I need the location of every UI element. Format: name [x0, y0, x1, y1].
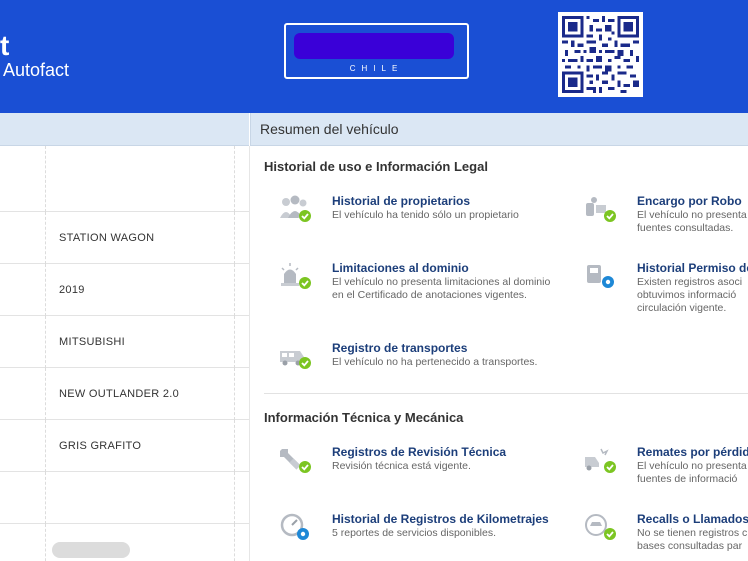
- item-desc-line: No se tienen registros c: [637, 527, 748, 539]
- recall-check-icon: [583, 512, 617, 542]
- table-value-cell: 2019: [46, 264, 235, 316]
- table-value-cell: GRIS GRAFITO: [46, 420, 235, 472]
- crash-check-icon: [583, 445, 617, 475]
- item-desc-line: El vehículo no presenta limitaciones al …: [332, 276, 551, 288]
- table-label-cell: [0, 264, 46, 316]
- legal-section-title: Historial de uso e Información Legal: [264, 159, 488, 174]
- tech-section-title: Información Técnica y Mecánica: [264, 410, 464, 425]
- item-desc-line: en el Certificado de anotaciones vigente…: [332, 289, 527, 301]
- body-type-value: STATION WAGON: [59, 232, 155, 244]
- table-value-cell: [46, 472, 235, 524]
- table-row: [0, 524, 249, 561]
- siren-check-icon: [278, 261, 312, 291]
- value-redaction: [52, 542, 130, 558]
- details-header-bar: [0, 113, 249, 146]
- bus-check-icon: [278, 341, 312, 371]
- table-value-cell: NEW OUTLANDER 2.0: [46, 368, 235, 420]
- color-value: GRIS GRAFITO: [59, 440, 142, 452]
- qr-code-icon: [558, 12, 643, 97]
- table-label-cell: [0, 420, 46, 472]
- table-row: STATION WAGON: [0, 212, 249, 264]
- table-label-cell: [0, 146, 46, 212]
- table-label-cell: [0, 212, 46, 264]
- summary-title: Resumen del vehículo: [260, 121, 399, 137]
- item-title: Historial de Registros de Kilometrajes: [332, 512, 549, 526]
- section-divider: [264, 393, 748, 394]
- table-row: NEW OUTLANDER 2.0: [0, 368, 249, 420]
- car-theft-check-icon: [583, 194, 617, 224]
- people-check-icon: [278, 194, 312, 224]
- model-value: NEW OUTLANDER 2.0: [59, 388, 180, 400]
- item-desc-line: fuentes consultadas.: [637, 222, 734, 234]
- odometer-gear-icon: [278, 512, 312, 542]
- item-title: Registro de transportes: [332, 341, 468, 355]
- license-plate: CHILE: [284, 23, 469, 79]
- item-desc-line: Existen registros asoci: [637, 276, 743, 288]
- vehicle-details-table: STATION WAGON 2019 MITSUBISHI NEW OUTLAN…: [0, 146, 249, 561]
- item-title: Recalls o Llamados: [637, 512, 748, 526]
- item-title: Historial de propietarios: [332, 194, 471, 208]
- table-row: 2019: [0, 264, 249, 316]
- table-value-cell: STATION WAGON: [46, 212, 235, 264]
- item-title: Registros de Revisión Técnica: [332, 445, 507, 459]
- column-divider: [249, 146, 250, 561]
- item-desc: Existen registros asoci obtuvimos informa…: [637, 276, 742, 315]
- table-label-cell: [0, 368, 46, 420]
- wrench-check-icon: [278, 445, 312, 475]
- item-desc: 5 reportes de servicios disponibles.: [332, 527, 497, 539]
- table-row: [0, 146, 249, 212]
- plate-country: CHILE: [349, 64, 404, 73]
- item-desc-line: bases consultadas par: [637, 540, 743, 552]
- item-desc: El vehículo no ha pertenecido a transpor…: [332, 356, 538, 368]
- item-title: Encargo por Robo: [637, 194, 742, 208]
- item-title: Limitaciones al dominio: [332, 261, 469, 275]
- table-value-cell: [46, 146, 235, 212]
- year-value: 2019: [59, 284, 85, 296]
- item-title: Remates por pérdid: [637, 445, 748, 459]
- table-row: MITSUBISHI: [0, 316, 249, 368]
- table-value-cell: MITSUBISHI: [46, 316, 235, 368]
- brand-name: Autofact: [3, 60, 70, 80]
- item-desc-line: obtuvimos informació: [637, 289, 737, 301]
- table-label-cell: [0, 524, 46, 561]
- header: t Autofact CHILE: [0, 0, 748, 113]
- brand-mark: t: [0, 30, 10, 61]
- item-desc-line: circulación vigente.: [637, 302, 727, 314]
- plate-redaction: [294, 33, 454, 59]
- item-title: Historial Permiso de: [637, 261, 748, 275]
- item-desc-line: fuentes de informació: [637, 473, 738, 485]
- make-value: MITSUBISHI: [59, 336, 125, 348]
- car-gear-icon: [583, 261, 617, 291]
- item-desc: No se tienen registros c bases consultada…: [637, 527, 747, 553]
- item-desc: El vehículo no presenta fuentes consultad…: [637, 209, 747, 235]
- item-desc-line: El vehículo no presenta: [637, 460, 747, 472]
- table-label-cell: [0, 316, 46, 368]
- item-desc-line: El vehículo no presenta: [637, 209, 747, 221]
- table-row: [0, 472, 249, 524]
- item-desc: El vehículo no presenta limitaciones al …: [332, 276, 550, 302]
- table-row: GRIS GRAFITO: [0, 420, 249, 472]
- table-value-cell: [46, 524, 235, 561]
- table-label-cell: [0, 472, 46, 524]
- summary-header-bar: Resumen del vehículo: [250, 113, 748, 146]
- item-desc: El vehículo no presenta fuentes de inform…: [637, 460, 747, 486]
- item-desc: Revisión técnica está vigente.: [332, 460, 471, 472]
- item-desc: El vehículo ha tenido sólo un propietari…: [332, 209, 519, 221]
